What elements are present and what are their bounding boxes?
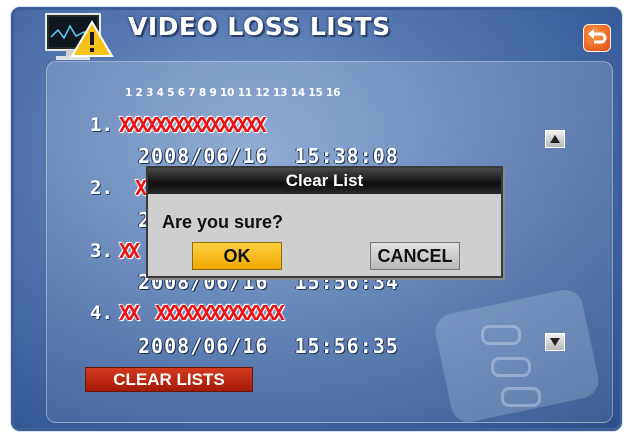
page-title: VIDEO LOSS LISTS	[128, 12, 391, 41]
dialog-title: Clear List	[148, 168, 501, 194]
row-number: 1.	[90, 114, 113, 136]
cancel-button[interactable]: CANCEL	[370, 242, 460, 270]
channel-loss-marks: X	[135, 176, 147, 200]
row-number: 2.	[90, 177, 113, 199]
notebook-ring-decoration	[501, 387, 541, 407]
clear-lists-button[interactable]: CLEAR LISTS	[85, 367, 253, 392]
scroll-down-icon	[550, 338, 560, 346]
channel-loss-marks: XX	[119, 239, 140, 263]
back-button[interactable]	[583, 24, 611, 52]
loss-datetime: 2008/06/16 15:38:08	[138, 144, 399, 168]
loss-datetime: 2008/06/16 15:56:35	[138, 334, 399, 358]
back-arrow-icon	[588, 29, 607, 44]
scroll-down-button[interactable]	[545, 333, 565, 351]
channel-loss-marks: XX XXXXXXXXXXXXXX	[119, 301, 285, 325]
monitor-warning-icon	[45, 13, 114, 60]
channel-number-header: 1 2 3 4 5 6 7 8 9 10 11 12 13 14 15 16	[125, 87, 341, 99]
ok-button[interactable]: OK	[192, 242, 282, 270]
scroll-up-icon	[550, 135, 560, 143]
row-number: 4.	[90, 302, 113, 324]
channel-loss-marks: XXXXXXXXXXXXXXXX	[119, 113, 267, 137]
clear-list-dialog: Clear List Are you sure? OK CANCEL	[146, 166, 503, 278]
row-number: 3.	[90, 240, 113, 262]
notebook-ring-decoration	[491, 357, 531, 377]
scroll-up-button[interactable]	[545, 130, 565, 148]
dialog-message: Are you sure?	[162, 212, 284, 232]
notebook-ring-decoration	[481, 325, 521, 345]
